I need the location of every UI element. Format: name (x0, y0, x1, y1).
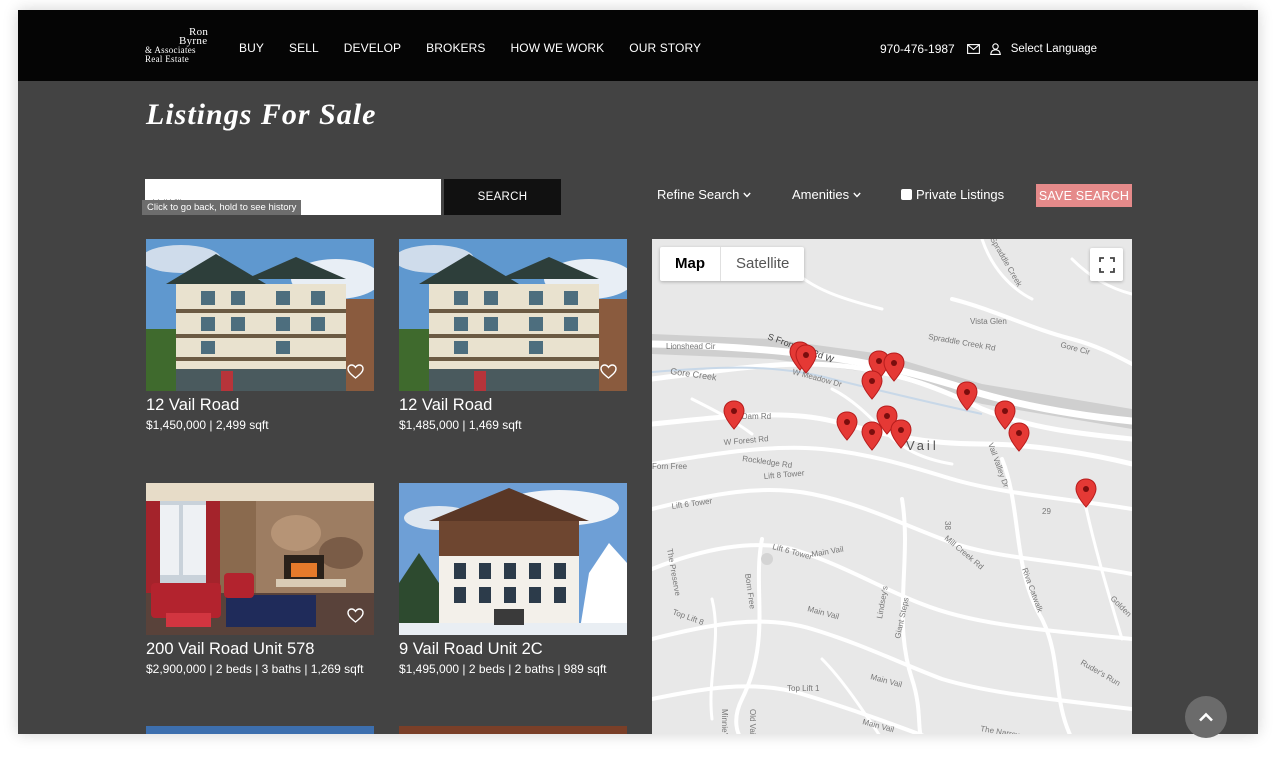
listing-price-details: $1,485,000 | 1,469 sqft (399, 418, 522, 432)
building-photo[interactable] (399, 239, 627, 391)
top-navigation-bar: Ron Byrne & Associates Real Estate BUY S… (18, 10, 1258, 81)
favorite-heart-icon[interactable] (347, 608, 364, 628)
nav-develop[interactable]: DEVELOP (344, 41, 401, 55)
listing-address[interactable]: 12 Vail Road (399, 396, 627, 415)
nav-our-story[interactable]: OUR STORY (629, 41, 701, 55)
logo-line-4: Real Estate (145, 54, 190, 64)
listing-address[interactable]: 9 Vail Road Unit 2C (399, 640, 627, 659)
chevron-down-icon (743, 192, 752, 198)
map-label: Lionshead Cir (666, 342, 716, 351)
browser-page: Ron Byrne & Associates Real Estate BUY S… (18, 10, 1258, 734)
living-room-photo[interactable] (146, 483, 374, 635)
private-listings-toggle[interactable]: Private Listings (901, 187, 1004, 202)
listing-price-details: $1,450,000 | 2,499 sqft (146, 418, 269, 432)
listing-card-partial[interactable] (399, 726, 627, 734)
satellite-tab[interactable]: Satellite (721, 247, 804, 281)
listing-card-partial[interactable] (146, 726, 374, 734)
nav-sell[interactable]: SELL (289, 41, 319, 55)
header-contact: 970-476-1987 Select Language (880, 42, 1097, 56)
listing-card[interactable]: 12 Vail Road $1,450,000 | 2,499 sqft (146, 239, 374, 432)
listing-address[interactable]: 200 Vail Road Unit 578 (146, 640, 374, 659)
chevron-down-icon (853, 192, 861, 198)
map-label: Forn Free (652, 462, 688, 471)
amenities-label: Amenities (792, 187, 850, 202)
phone-number[interactable]: 970-476-1987 (880, 42, 955, 56)
favorite-heart-icon[interactable] (600, 364, 617, 384)
nav-buy[interactable]: BUY (239, 41, 264, 55)
search-button[interactable]: SEARCH (444, 179, 561, 215)
listing-card[interactable]: 9 Vail Road Unit 2C $1,495,000 | 2 beds … (399, 483, 627, 676)
building-photo[interactable] (146, 239, 374, 391)
user-icon[interactable] (989, 43, 1001, 55)
amenities-dropdown[interactable]: Amenities (792, 187, 861, 202)
private-listings-checkbox[interactable] (901, 189, 912, 200)
map-tab[interactable]: Map (660, 247, 721, 281)
favorite-heart-icon[interactable] (600, 608, 617, 628)
fullscreen-icon[interactable] (1090, 248, 1123, 281)
map-type-tabs: Map Satellite (660, 247, 805, 281)
listing-card[interactable]: 12 Vail Road $1,485,000 | 1,469 sqft (399, 239, 627, 432)
nav-brokers[interactable]: BROKERS (426, 41, 485, 55)
select-language[interactable]: Select Language (1011, 43, 1097, 55)
private-listings-label: Private Listings (916, 187, 1005, 202)
listing-card[interactable]: 200 Vail Road Unit 578 $2,900,000 | 2 be… (146, 483, 374, 676)
back-tooltip: Click to go back, hold to see history (142, 200, 302, 215)
listing-price-details: $1,495,000 | 2 beds | 2 baths | 989 sqft (399, 662, 607, 676)
chalet-photo[interactable] (399, 483, 627, 635)
scroll-to-top-button[interactable] (1185, 696, 1227, 738)
map-label: Vail (906, 438, 939, 453)
favorite-heart-icon[interactable] (347, 364, 364, 384)
refine-search-label: Refine Search (657, 187, 740, 202)
refine-search-dropdown[interactable]: Refine Search (657, 187, 752, 202)
map-label: Top Lift 1 (787, 684, 820, 693)
main-nav: BUY SELL DEVELOP BROKERS HOW WE WORK OUR… (239, 41, 726, 55)
listing-price-details: $2,900,000 | 2 beds | 3 baths | 1,269 sq… (146, 662, 364, 676)
page-title: Listings For Sale (146, 98, 377, 131)
envelope-icon[interactable] (966, 44, 980, 54)
map-canvas[interactable]: Lionshead Cir Gore Creek S Frontage Rd W… (652, 239, 1132, 734)
chevron-up-icon (1199, 712, 1213, 722)
save-search-button[interactable]: SAVE SEARCH (1036, 184, 1132, 207)
nav-how-we-work[interactable]: HOW WE WORK (511, 41, 605, 55)
listing-address[interactable]: 12 Vail Road (146, 396, 374, 415)
map-label: Old Vail (748, 709, 757, 734)
site-logo[interactable]: Ron Byrne & Associates Real Estate (145, 27, 221, 68)
map-label: 38 (943, 521, 952, 530)
map-label: Vista Glen (970, 317, 1007, 326)
map-label: Minnie's (720, 709, 729, 734)
map-label: 29 (1042, 507, 1051, 516)
listings-map[interactable]: Lionshead Cir Gore Creek S Frontage Rd W… (652, 239, 1132, 734)
